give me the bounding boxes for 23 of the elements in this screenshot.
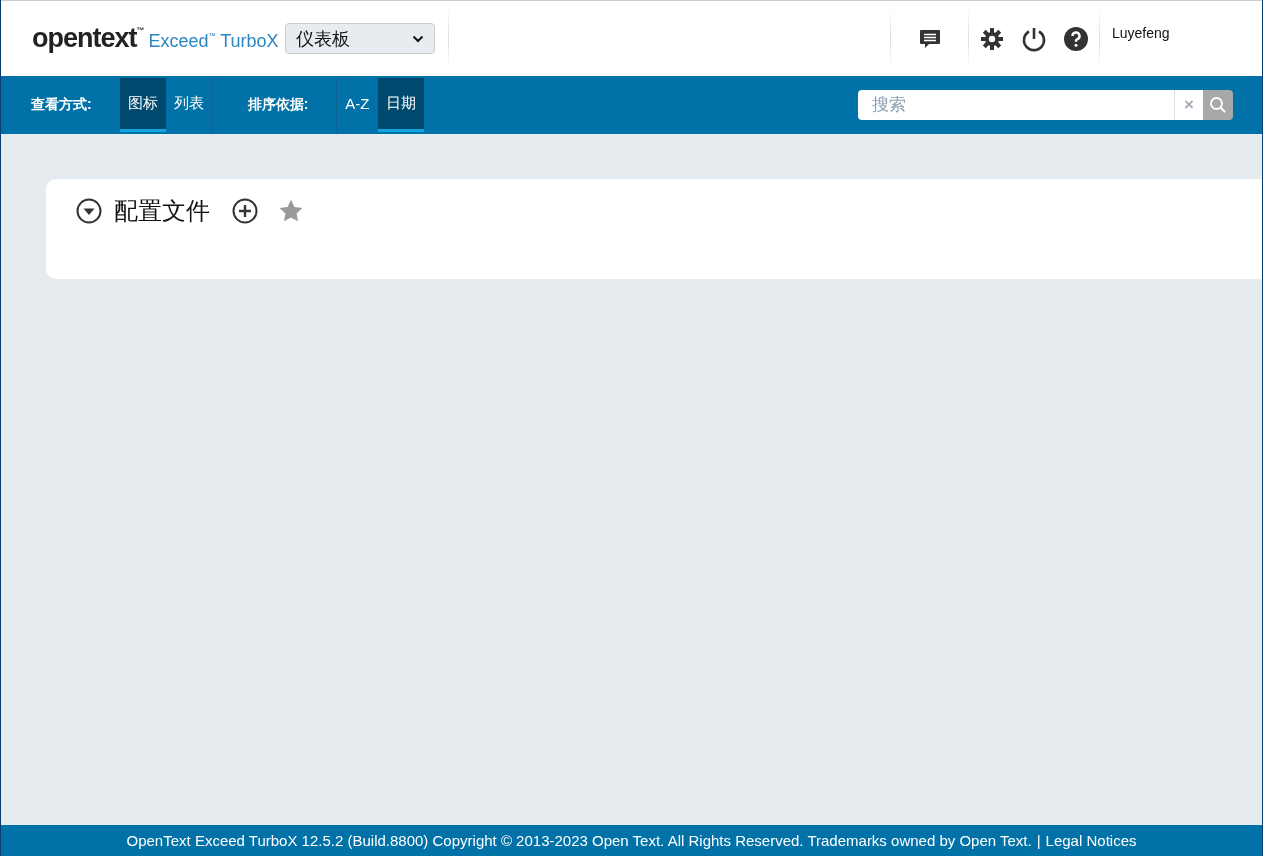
chevron-down-icon	[411, 34, 424, 43]
search-field[interactable]: 搜索	[858, 90, 1174, 120]
search-icon	[1209, 96, 1227, 114]
sort-tab[interactable]: 日期	[377, 78, 424, 132]
view-select[interactable]: 仪表板	[284, 23, 435, 54]
help-icon[interactable]	[1064, 26, 1088, 51]
sort-label: 排序依据:	[247, 96, 309, 114]
section-title: 配置文件	[114, 196, 210, 226]
power-icon[interactable]	[1021, 25, 1047, 52]
view-tab[interactable]: 列表	[165, 78, 212, 132]
brand-logo: opentext$^{™}$	[32, 23, 144, 54]
settings-icon[interactable]	[980, 26, 1004, 51]
product-name: Exceed$^{™}$ TurboX	[148, 31, 279, 52]
view-label: 查看方式:	[31, 96, 92, 114]
collapse-icon[interactable]	[76, 198, 102, 224]
user-name[interactable]: Luyefeng	[1100, 24, 1262, 41]
legal-notices-link[interactable]: Legal Notices	[1045, 832, 1137, 849]
sort-tab[interactable]: A-Z	[337, 78, 378, 132]
star-icon[interactable]	[278, 198, 304, 224]
footer-separator: |	[1036, 832, 1041, 849]
copyright-text: OpenText Exceed TurboX 12.5.2 (Build.8800) Copyright © 2013-2023 Open Text. All Rights Reserved. Trademarks owned by Open Text.	[126, 832, 1032, 849]
add-icon[interactable]	[232, 198, 258, 224]
view-tab[interactable]: 图标	[119, 78, 166, 132]
